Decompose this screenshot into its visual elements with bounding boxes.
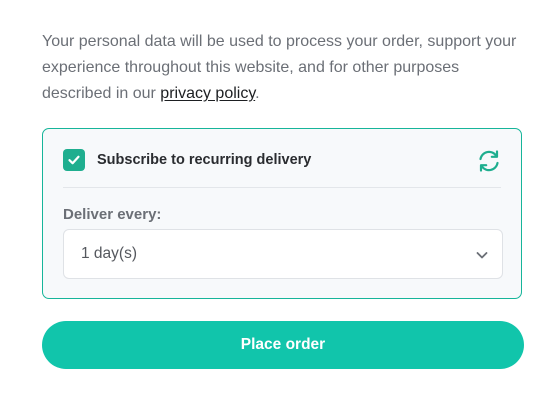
privacy-text-after: .: [255, 85, 260, 102]
place-order-button[interactable]: Place order: [42, 321, 524, 369]
privacy-text-before: Your personal data will be used to proce…: [42, 33, 517, 102]
chevron-down-icon: [476, 252, 488, 259]
checkout-page: Your personal data will be used to proce…: [0, 0, 558, 404]
privacy-policy-link[interactable]: privacy policy: [160, 85, 255, 102]
delivery-frequency-select[interactable]: 1 day(s): [63, 229, 503, 279]
privacy-notice: Your personal data will be used to proce…: [42, 29, 532, 107]
subscribe-checkbox-row[interactable]: Subscribe to recurring delivery: [63, 149, 311, 171]
deliver-every-label: Deliver every:: [63, 206, 162, 223]
checkmark-icon: [68, 155, 80, 165]
recurring-delivery-panel: Subscribe to recurring delivery Deliver …: [42, 128, 522, 299]
delivery-frequency-value: 1 day(s): [81, 245, 137, 262]
panel-divider: [63, 187, 501, 188]
subscribe-checkbox[interactable]: [63, 149, 85, 171]
refresh-icon: [479, 150, 499, 172]
subscribe-label: Subscribe to recurring delivery: [97, 152, 312, 168]
